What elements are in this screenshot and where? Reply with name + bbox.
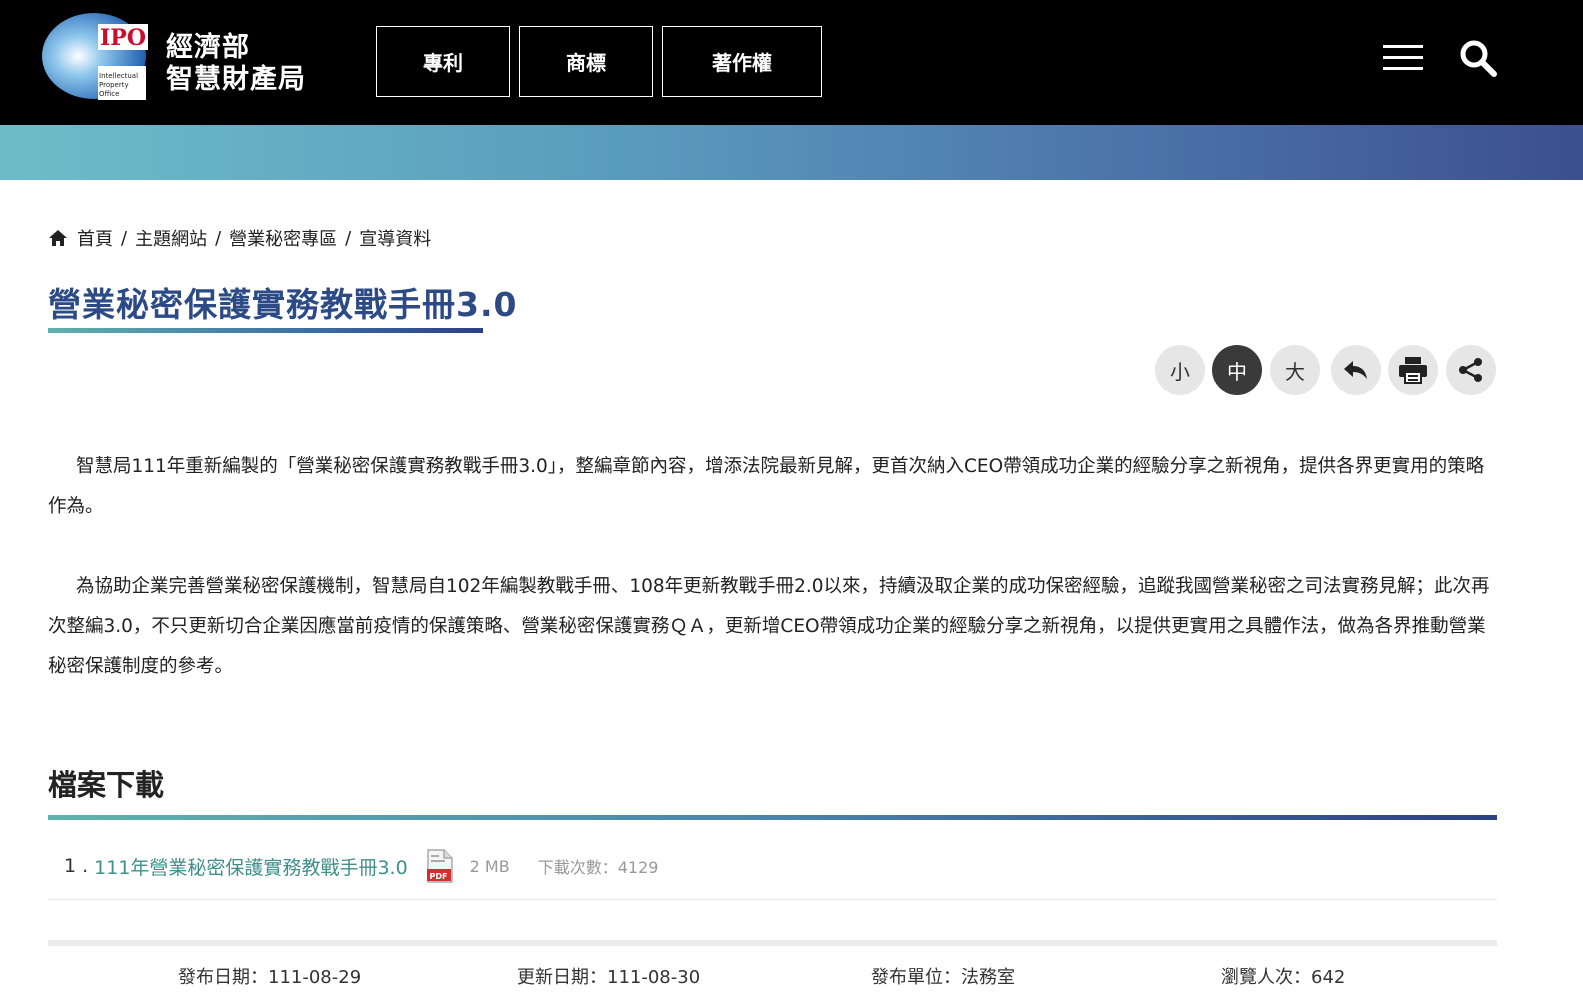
org-name[interactable]: 經濟部 智慧財產局 (166, 32, 306, 96)
download-link[interactable]: 111年營業秘密保護實務教戰手冊3.0 (94, 853, 407, 880)
view-count: 瀏覽人次：642 (1221, 967, 1346, 988)
breadcrumb-separator: / (215, 227, 222, 249)
org-name-line1: 經濟部 (166, 32, 250, 63)
download-count: 下載次數：4129 (537, 858, 659, 877)
svg-text:IPO: IPO (100, 25, 146, 51)
divider (48, 899, 1497, 900)
back-icon (1344, 361, 1367, 379)
publishing-unit: 發布單位：法務室 (871, 967, 1015, 988)
search-icon[interactable] (1458, 38, 1498, 78)
downloads-underline (48, 815, 1497, 820)
publish-date: 發布日期：111-08-29 (178, 967, 362, 988)
breadcrumb: 首頁 / 主題網站 / 營業秘密專區 / 宣導資料 (48, 224, 431, 252)
breadcrumb-promo-materials[interactable]: 宣導資料 (359, 225, 431, 251)
font-size-small-button[interactable]: 小 (1155, 345, 1205, 395)
svg-text:Intellectual: Intellectual (99, 72, 138, 80)
breadcrumb-separator: / (345, 227, 352, 249)
svg-text:Office: Office (99, 90, 119, 98)
breadcrumb-home[interactable]: 首頁 (77, 225, 113, 251)
nav-copyright[interactable]: 著作權 (662, 26, 822, 97)
nav-trademark[interactable]: 商標 (519, 26, 653, 97)
share-button[interactable] (1446, 345, 1496, 395)
content-paragraph: 為協助企業完善營業秘密保護機制，智慧局自102年編製教戰手冊、108年更新教戰手… (48, 576, 1490, 677)
breadcrumb-topic-sites[interactable]: 主題網站 (135, 225, 207, 251)
update-date: 更新日期：111-08-30 (517, 967, 701, 988)
downloads-heading: 檔案下載 (48, 768, 165, 802)
share-icon (1459, 358, 1482, 382)
font-size-medium-button[interactable]: 中 (1212, 345, 1262, 395)
page-title: 營業秘密保護實務教戰手冊3.0 (48, 285, 518, 324)
hamburger-menu-icon[interactable] (1383, 42, 1423, 74)
print-button[interactable] (1388, 345, 1438, 395)
download-file-size: 2 MB (469, 856, 510, 876)
ipo-logo[interactable]: IPO Intellectual Property Office (42, 6, 152, 100)
svg-text:PDF: PDF (429, 872, 447, 881)
site-header: IPO Intellectual Property Office 經濟部 智慧財… (0, 0, 1583, 125)
breadcrumb-separator: / (121, 227, 128, 249)
download-item-number: 1 . (64, 855, 89, 877)
back-button[interactable] (1331, 345, 1381, 395)
nav-patent[interactable]: 專利 (376, 26, 510, 97)
print-icon (1399, 357, 1427, 384)
divider (48, 940, 1497, 946)
home-icon[interactable] (48, 228, 68, 248)
org-name-line2: 智慧財產局 (166, 64, 306, 95)
header-banner (0, 125, 1583, 180)
download-item: 1 . 111年營業秘密保護實務教戰手冊3.0 PDF 2 MB 下載次數：41… (64, 848, 658, 884)
breadcrumb-trade-secret[interactable]: 營業秘密專區 (229, 225, 337, 251)
title-underline (48, 328, 483, 333)
svg-text:Property: Property (99, 81, 129, 89)
pdf-icon[interactable]: PDF (426, 849, 454, 883)
content-paragraph: 智慧局111年重新編製的「營業秘密保護實務教戰手冊3.0」，整編章節內容，增添法… (48, 456, 1485, 517)
font-size-large-button[interactable]: 大 (1270, 345, 1320, 395)
